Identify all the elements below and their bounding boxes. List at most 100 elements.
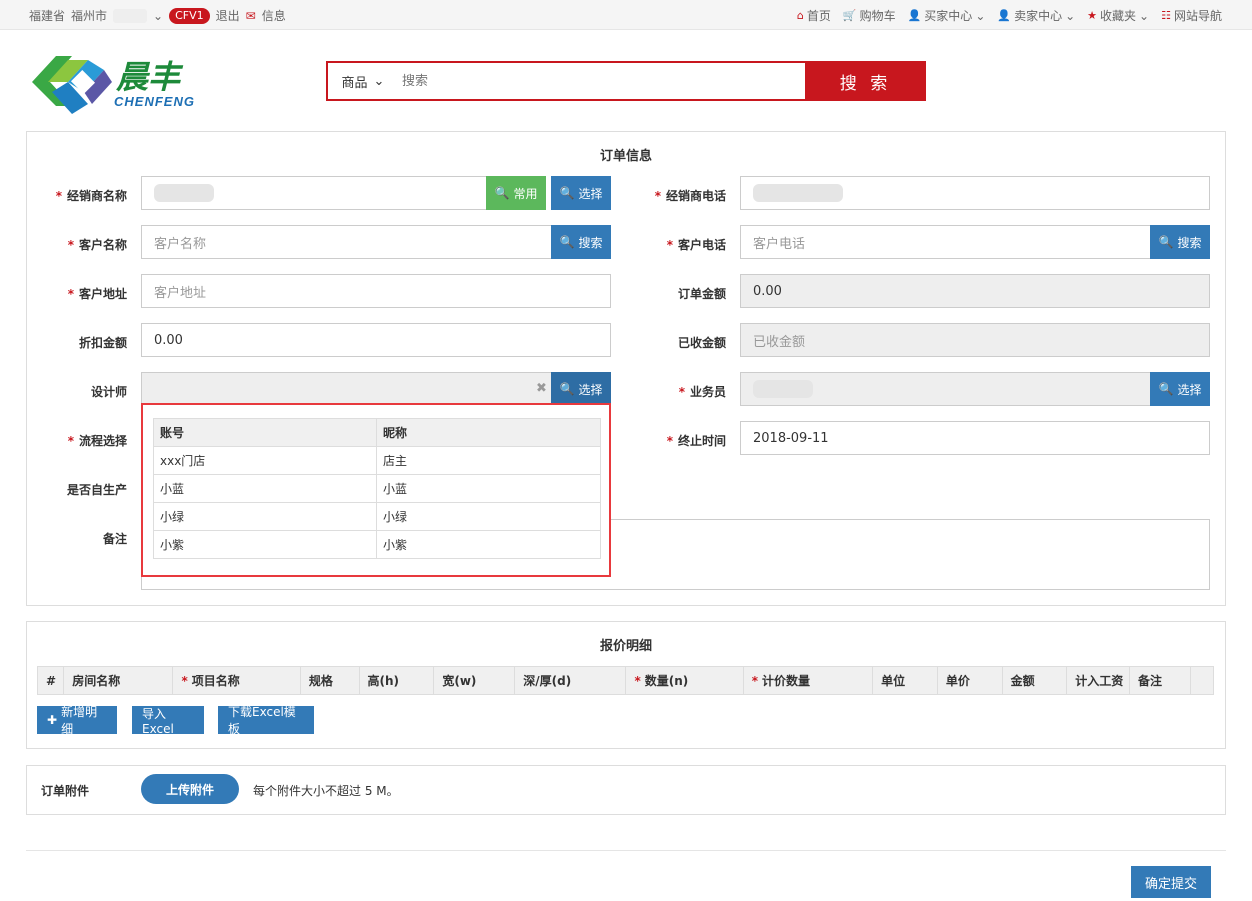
quote-table: # 房间名称 * 项目名称 规格 高(h) 宽(w) 深/厚(d) * 数量(n) * 计价数量 单位单… bbox=[36, 666, 1215, 695]
import-excel-button[interactable]: 导入Excel bbox=[132, 706, 204, 736]
attachment-hint: 每个附件大小不超过 5 M。 bbox=[253, 784, 399, 798]
designer-dropdown: 账号 昵称 xxx门店 店主 小蓝 小蓝 小绿 小绿 小紫 小紫 bbox=[141, 403, 611, 577]
username-masked bbox=[113, 8, 148, 23]
search-bar: 商品 ⌄ 搜 索 bbox=[326, 61, 926, 101]
chevron-down-icon: ⌄ bbox=[1139, 8, 1150, 23]
customer-phone-input[interactable]: 客户电话 bbox=[740, 225, 1151, 259]
column-header: 高(h) bbox=[358, 666, 435, 695]
chevron-down-icon[interactable]: ⌄ bbox=[153, 9, 163, 23]
top-nav-item[interactable]: 👤 买家中心 ⌄ bbox=[908, 7, 986, 24]
search-icon: 🔍 bbox=[559, 382, 575, 396]
user-icon: 👤 bbox=[907, 9, 922, 22]
cell-nickname: 小蓝 bbox=[376, 474, 601, 503]
designer-field[interactable] bbox=[141, 372, 552, 406]
column-header-nickname: 昵称 bbox=[376, 418, 601, 447]
dealer-name-label: * 经销商名称 bbox=[55, 189, 127, 203]
logo-en: CHENFENG bbox=[114, 94, 195, 109]
search-input[interactable] bbox=[398, 63, 805, 99]
account-badge: CFV1 bbox=[169, 7, 210, 24]
table-row[interactable]: 小紫 小紫 bbox=[153, 530, 601, 559]
clear-icon[interactable]: ✖ bbox=[536, 381, 547, 396]
customer-name-label: * 客户名称 bbox=[67, 238, 127, 252]
cell-nickname: 小紫 bbox=[376, 530, 601, 559]
designer-table: 账号 昵称 xxx门店 店主 小蓝 小蓝 小绿 小绿 小紫 小紫 bbox=[153, 418, 601, 559]
top-bar: 福建省 福州市 ⌄ CFV1 退出 ✉ 信息 ⌂ 首页 🛒 购物车 👤 买家中心 ⌄ 👤 卖家中… bbox=[0, 0, 1252, 30]
customer-phone-search-button[interactable]: 🔍 搜索 bbox=[1150, 225, 1210, 259]
dealer-select-button[interactable]: 🔍 选择 bbox=[551, 176, 611, 210]
column-header: * 计价数量 bbox=[742, 666, 874, 695]
submit-button[interactable]: 确定提交 bbox=[1131, 866, 1211, 898]
table-row[interactable]: 小绿 小绿 bbox=[153, 502, 601, 531]
top-nav-item[interactable]: 🛒 购物车 bbox=[843, 7, 896, 24]
designer-select-button[interactable]: 🔍 选择 bbox=[551, 372, 611, 406]
order-amount-label: 订单金额 bbox=[677, 287, 726, 301]
chevron-down-icon: ⌄ bbox=[1065, 8, 1076, 23]
divider bbox=[26, 850, 1226, 851]
search-category-select[interactable]: 商品 ⌄ bbox=[328, 63, 398, 99]
column-header: * 项目名称 bbox=[172, 666, 301, 695]
column-header: 单价 bbox=[936, 666, 1003, 695]
attachment-label: 订单附件 bbox=[41, 784, 90, 798]
search-icon: 🔍 bbox=[1158, 235, 1174, 249]
column-header: # bbox=[36, 666, 65, 695]
search-icon: 🔍 bbox=[1158, 382, 1174, 396]
chenfeng-logo[interactable]: 晨丰 CHENFENG bbox=[28, 44, 228, 118]
customer-phone-label: * 客户电话 bbox=[666, 238, 726, 252]
table-row[interactable]: xxx门店 店主 bbox=[153, 446, 601, 475]
envelope-icon: ✉ bbox=[245, 8, 256, 23]
customer-search-button[interactable]: 🔍 搜索 bbox=[551, 225, 611, 259]
column-header bbox=[1189, 666, 1215, 695]
column-header: 计入工资 bbox=[1066, 666, 1130, 695]
column-header: 单位 bbox=[872, 666, 938, 695]
plus-icon: ✚ bbox=[47, 713, 58, 727]
column-header: 金额 bbox=[1001, 666, 1068, 695]
dealer-phone-field[interactable] bbox=[740, 176, 1210, 210]
received-label: 已收金额 bbox=[677, 336, 726, 350]
column-header: * 数量(n) bbox=[625, 666, 744, 695]
add-detail-button[interactable]: ✚ 新增明细 bbox=[37, 705, 117, 736]
chevron-down-icon: ⌄ bbox=[975, 8, 986, 23]
end-time-input[interactable]: 2018-09-11 bbox=[740, 421, 1210, 455]
column-header: 规格 bbox=[299, 666, 360, 695]
top-nav-item[interactable]: ⌂ 首页 bbox=[797, 7, 831, 24]
logout-link[interactable]: 退出 bbox=[216, 7, 240, 24]
salesman-label: * 业务员 bbox=[678, 385, 726, 399]
end-time-label: * 终止时间 bbox=[666, 434, 726, 448]
home-icon: ⌂ bbox=[796, 9, 804, 22]
panel-title: 报价明细 bbox=[599, 639, 652, 654]
search-button[interactable]: 搜 索 bbox=[805, 61, 926, 101]
salesman-select-button[interactable]: 🔍 选择 bbox=[1150, 372, 1210, 406]
discount-label: 折扣金额 bbox=[78, 336, 127, 350]
search-icon: 🔍 bbox=[559, 235, 575, 249]
order-amount-field: 0.00 bbox=[740, 274, 1210, 308]
download-template-button[interactable]: 下载Excel模板 bbox=[218, 705, 314, 736]
dealer-phone-label: * 经销商电话 bbox=[654, 189, 726, 203]
salesman-field[interactable] bbox=[740, 372, 1151, 406]
column-header: 房间名称 bbox=[63, 666, 174, 695]
logo-cn: 晨丰 bbox=[116, 59, 184, 95]
upload-attachment-button[interactable]: 上传附件 bbox=[141, 774, 239, 804]
star-icon: ★ bbox=[1087, 9, 1098, 22]
top-nav-item[interactable]: 👤 卖家中心 ⌄ bbox=[997, 7, 1075, 24]
city-selector[interactable]: 福州市 bbox=[71, 7, 107, 24]
designer-label: 设计师 bbox=[90, 385, 127, 399]
dealer-name-field[interactable] bbox=[141, 176, 487, 210]
table-row[interactable]: 小蓝 小蓝 bbox=[153, 474, 601, 503]
cell-nickname: 小绿 bbox=[376, 502, 601, 531]
cell-account: 小绿 bbox=[153, 502, 377, 531]
cell-account: 小蓝 bbox=[153, 474, 377, 503]
search-icon: 🔍 bbox=[559, 186, 575, 200]
column-header-account: 账号 bbox=[153, 418, 377, 447]
dealer-common-button[interactable]: 🔍 常用 bbox=[486, 176, 546, 210]
customer-address-input[interactable]: 客户地址 bbox=[141, 274, 611, 308]
user-icon: 👤 bbox=[997, 9, 1012, 22]
remark-label: 备注 bbox=[102, 532, 127, 546]
message-link[interactable]: 信息 bbox=[262, 7, 286, 24]
customer-name-input[interactable]: 客户名称 bbox=[141, 225, 552, 259]
column-header: 备注 bbox=[1128, 666, 1191, 695]
flow-label: * 流程选择 bbox=[67, 434, 127, 448]
discount-input[interactable]: 0.00 bbox=[141, 323, 611, 357]
top-nav-item[interactable]: ★ 收藏夹 ⌄ bbox=[1087, 7, 1149, 24]
cell-account: 小紫 bbox=[153, 530, 377, 559]
top-nav-item[interactable]: ☷ 网站导航 bbox=[1161, 7, 1222, 24]
